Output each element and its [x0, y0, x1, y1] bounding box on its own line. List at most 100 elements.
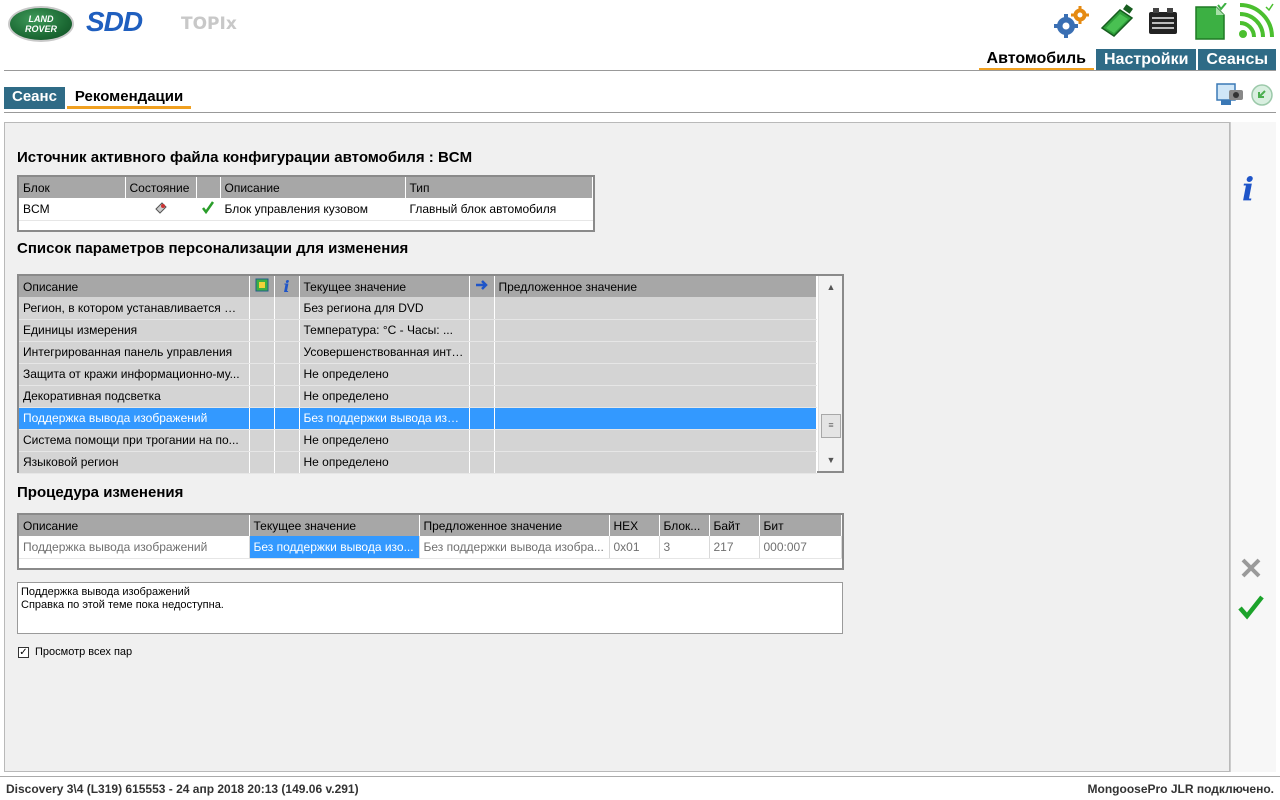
view-all-pairs-row[interactable]: ✓ Просмотр всех пар	[18, 646, 132, 658]
col-block[interactable]: Блок...	[659, 515, 710, 536]
cell-arrow	[469, 319, 495, 342]
back-arrow-icon[interactable]	[1250, 80, 1274, 110]
table-row[interactable]: Языковой регион Не определено	[19, 451, 817, 474]
scroll-up-icon[interactable]: ▲	[819, 278, 843, 296]
help-line1: Поддержка вывода изображений	[21, 586, 190, 598]
cell-arrow	[469, 407, 495, 430]
table-row[interactable]: Система помощи при трогании на по... Не …	[19, 429, 817, 452]
col-proposed-value[interactable]: Предложенное значение	[494, 276, 817, 297]
cell-current: Без региона для DVD	[299, 297, 470, 320]
cell-proposed	[494, 319, 817, 342]
cell-bit: 000:007	[759, 536, 842, 559]
wireless-signal-icon[interactable]	[1236, 2, 1274, 42]
brand-topix[interactable]: TOPIx	[181, 14, 237, 34]
cell-arrow	[469, 341, 495, 364]
battery-icon[interactable]	[1144, 2, 1182, 42]
table-row[interactable]: Единицы измерения Температура: °C - Часы…	[19, 319, 817, 342]
cell-current: Без поддержки вывода изоб...	[299, 407, 470, 430]
col-description[interactable]: Описание	[19, 276, 250, 297]
status-bar: Discovery 3\4 (L319) 615553 - 24 апр 201…	[0, 776, 1280, 800]
cell-flag	[249, 363, 275, 386]
tab-session[interactable]: Сеанс	[4, 87, 65, 109]
cell-description: Защита от кражи информационно-му...	[19, 363, 250, 386]
col-hex[interactable]: HEX	[609, 515, 660, 536]
cell-flag	[249, 297, 275, 320]
col-description[interactable]: Описание	[220, 177, 406, 198]
vci-interface-icon[interactable]	[1098, 2, 1136, 42]
info-icon[interactable]: i	[274, 276, 300, 297]
cell-proposed[interactable]: Без поддержки вывода изобра...	[419, 536, 610, 559]
cell-info	[274, 319, 300, 342]
settings-gears-icon[interactable]	[1052, 2, 1090, 42]
table-row-selected[interactable]: Поддержка вывода изображений Без поддерж…	[19, 407, 817, 430]
cell-arrow	[469, 429, 495, 452]
sub-toolbar	[1214, 80, 1274, 110]
cell-proposed	[494, 407, 817, 430]
table-row[interactable]: Регион, в котором устанавливается DVD Бе…	[19, 297, 817, 320]
params-scrollbar[interactable]: ▲ ≡ ▼	[818, 276, 842, 471]
sub-divider	[4, 112, 1276, 113]
cell-proposed	[494, 363, 817, 386]
cell-description: Поддержка вывода изображений	[19, 407, 250, 430]
col-byte[interactable]: Байт	[709, 515, 760, 536]
cell-flag	[249, 385, 275, 408]
logo-line1: LAND	[28, 14, 54, 24]
cell-proposed	[494, 429, 817, 452]
tab-sessions[interactable]: Сеансы	[1198, 49, 1276, 71]
cell-block: BCM	[19, 198, 126, 221]
green-document-icon[interactable]	[1190, 2, 1228, 42]
cell-info	[274, 429, 300, 452]
col-state[interactable]: Состояние	[125, 177, 197, 198]
screenshot-camera-icon[interactable]	[1214, 80, 1246, 110]
table-row[interactable]: BCM Блок управления кузовом Главный блок…	[19, 198, 593, 221]
cell-info	[274, 341, 300, 364]
tab-recommendations[interactable]: Рекомендации	[66, 87, 192, 109]
col-type[interactable]: Тип	[405, 177, 593, 198]
table-row[interactable]: Защита от кражи информационно-му... Не о…	[19, 363, 817, 386]
col-current-value[interactable]: Текущее значение	[249, 515, 420, 536]
info-icon[interactable]: i	[1242, 170, 1254, 208]
scroll-thumb[interactable]: ≡	[821, 414, 841, 438]
col-bit[interactable]: Бит	[759, 515, 842, 536]
cell-info	[274, 363, 300, 386]
cell-arrow	[469, 385, 495, 408]
tab-vehicle[interactable]: Автомобиль	[978, 49, 1094, 71]
view-all-pairs-label: Просмотр всех пар	[35, 646, 133, 658]
scroll-down-icon[interactable]: ▼	[819, 451, 843, 469]
cell-current[interactable]: Без поддержки вывода изо...	[249, 536, 420, 559]
cancel-x-icon[interactable]	[1239, 556, 1263, 583]
col-description[interactable]: Описание	[19, 515, 250, 536]
col-current-value[interactable]: Текущее значение	[299, 276, 470, 297]
cell-flag	[249, 429, 275, 452]
arrow-right-icon[interactable]	[469, 276, 495, 297]
cell-description: Поддержка вывода изображений	[19, 536, 250, 559]
params-title: Список параметров персонализации для изм…	[17, 240, 409, 257]
cell-proposed	[494, 297, 817, 320]
cell-info	[274, 297, 300, 320]
cell-arrow	[469, 297, 495, 320]
table-row[interactable]: Интегрированная панель управления Усовер…	[19, 341, 817, 364]
cell-flag	[249, 319, 275, 342]
top-toolbar	[1052, 2, 1274, 42]
cell-current: Не определено	[299, 451, 470, 474]
col-proposed-value[interactable]: Предложенное значение	[419, 515, 610, 536]
cell-hex: 0x01	[609, 536, 660, 559]
confirm-check-icon[interactable]	[1237, 594, 1265, 623]
main-tabs: Автомобиль Настройки Сеансы	[977, 49, 1276, 71]
cell-proposed	[494, 451, 817, 474]
help-text-box: Поддержка вывода изображений Справка по …	[17, 582, 843, 634]
table-row[interactable]: Поддержка вывода изображений Без поддерж…	[19, 536, 842, 559]
cell-description: Блок управления кузовом	[220, 198, 406, 221]
col-check[interactable]	[196, 177, 221, 198]
module-config-icon[interactable]	[249, 276, 275, 297]
cell-flag	[249, 407, 275, 430]
cell-description: Языковой регион	[19, 451, 250, 474]
view-all-pairs-checkbox[interactable]: ✓	[18, 646, 29, 658]
tab-settings[interactable]: Настройки	[1096, 49, 1197, 71]
table-row[interactable]: Декоративная подсветка Не определено	[19, 385, 817, 408]
col-block[interactable]: Блок	[19, 177, 126, 198]
cell-arrow	[469, 451, 495, 474]
cell-description: Интегрированная панель управления	[19, 341, 250, 364]
cell-current: Не определено	[299, 429, 470, 452]
config-source-title: Источник активного файла конфигурации ав…	[17, 149, 473, 166]
